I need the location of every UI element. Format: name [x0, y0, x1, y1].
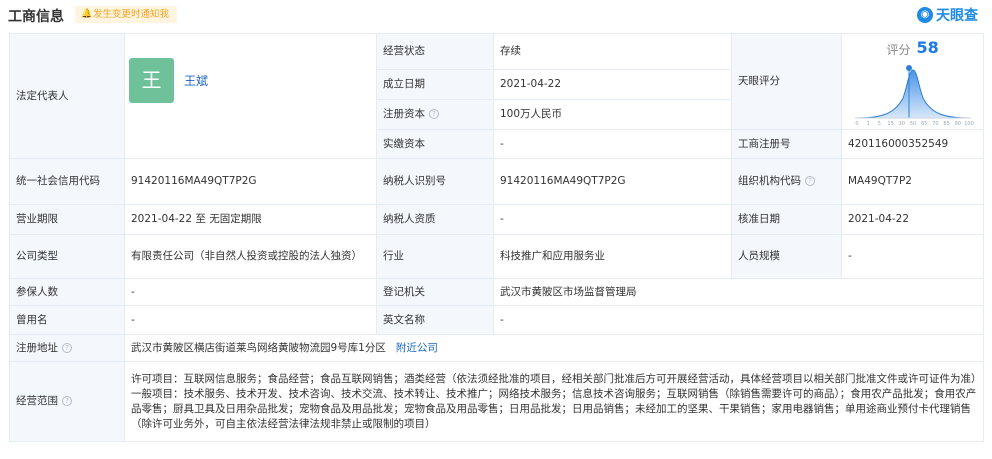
legal-rep-avatar[interactable]: 王 [129, 57, 174, 103]
reg-capital-label-cell: 注册资本? [376, 99, 494, 130]
founded-label: 成立日期 [376, 69, 494, 100]
brand-logo[interactable]: ◉ 天眼查 [917, 5, 978, 25]
address-label: 注册地址 [16, 341, 58, 354]
address-value: 武汉市黄陂区横店街道莱鸟网络黄陂物流园9号库1分区 [131, 341, 386, 354]
brand-eye-icon: ◉ [917, 7, 933, 23]
org-code-label-cell: 组织机构代码? [731, 158, 842, 205]
reg-capital-value: 100万人民币 [493, 99, 732, 130]
reg-no-label: 工商注册号 [731, 129, 842, 159]
staff-label: 人员规模 [731, 234, 842, 279]
address-cell: 武汉市黄陂区横店街道莱鸟网络黄陂物流园9号库1分区 附近公司 [124, 334, 984, 362]
score-marker-dot [905, 65, 912, 71]
taxpayer-id-label: 纳税人识别号 [376, 158, 494, 205]
legal-rep-name-link[interactable]: 王斌 [184, 74, 208, 89]
credit-code-label: 统一社会信用代码 [9, 158, 125, 205]
help-icon[interactable]: ? [429, 109, 439, 119]
section-title: 工商信息 [8, 9, 64, 25]
term-label: 营业期限 [9, 204, 125, 235]
status-label: 经营状态 [376, 33, 494, 70]
reg-capital-label: 注册资本 [383, 108, 425, 120]
staff-value: - [841, 234, 984, 279]
score-bell-curve [856, 69, 969, 119]
score-axis-tick: 5 [877, 121, 880, 127]
term-value: 2021-04-22 至 无固定期限 [124, 204, 377, 235]
score-axis-tick: 0 [855, 121, 858, 127]
taxpayer-qual-label: 纳税人资质 [376, 204, 494, 235]
company-type-label: 公司类型 [9, 234, 125, 279]
founded-value: 2021-04-22 [493, 69, 732, 100]
brand-name: 天眼查 [936, 8, 978, 24]
business-info-table: 法定代表人 王 王斌 经营状态 存续 天眼评分 评分 58 0 1 5 15 3… [9, 33, 984, 442]
legal-rep-cell: 王 王斌 [124, 33, 377, 159]
notify-change-button[interactable]: 🔔 发生变更时通知我 [75, 6, 177, 23]
score-axis-tick: 85 [943, 121, 949, 127]
scope-label-cell: 经营范围? [9, 361, 125, 442]
notify-label: 发生变更时通知我 [93, 9, 170, 20]
approved-label: 核准日期 [731, 204, 842, 235]
credit-code-value: 91420116MA49QT7P2G [124, 158, 377, 205]
paid-capital-value: - [493, 129, 732, 159]
industry-label: 行业 [376, 234, 494, 279]
header: 工商信息 🔔 发生变更时通知我 ◉ 天眼查 [0, 0, 992, 30]
authority-label: 登记机关 [376, 278, 494, 306]
org-code-label: 组织机构代码 [738, 175, 801, 187]
reg-no-value: 420116000352549 [841, 129, 984, 159]
approved-value: 2021-04-22 [841, 204, 984, 235]
score-label: 天眼评分 [731, 33, 842, 130]
help-icon[interactable]: ? [62, 342, 72, 353]
scope-label: 经营范围 [16, 395, 58, 407]
industry-value: 科技推广和应用服务业 [493, 234, 732, 279]
address-label-cell: 注册地址? [9, 334, 125, 362]
legal-rep-label: 法定代表人 [9, 33, 125, 159]
status-value: 存续 [493, 33, 732, 70]
score-distribution-chart: 0 1 5 15 30 50 65 70 85 90 100 [854, 65, 974, 127]
score-axis-tick: 100 [964, 121, 974, 127]
former-name-label: 曾用名 [9, 305, 125, 335]
insured-label: 参保人数 [9, 278, 125, 306]
score-axis-tick: 50 [909, 121, 915, 127]
former-name-value: - [124, 305, 377, 335]
score-axis-tick: 65 [921, 121, 927, 127]
score-axis-tick: 15 [887, 121, 893, 127]
taxpayer-qual-value: - [493, 204, 732, 235]
company-type-value: 有限责任公司（非自然人投资或控股的法人独资） [124, 234, 377, 279]
score-axis-tick: 70 [932, 121, 938, 127]
help-icon[interactable]: ? [62, 396, 72, 406]
english-name-value: - [493, 305, 984, 335]
score-axis-tick: 30 [898, 121, 904, 127]
bell-icon: 🔔 [81, 9, 93, 19]
authority-value: 武汉市黄陂区市场监督管理局 [493, 278, 984, 306]
score-value: 58 [916, 38, 939, 57]
insured-value: - [124, 278, 377, 306]
taxpayer-id-value: 91420116MA49QT7P2G [493, 158, 732, 205]
scope-value: 许可项目：互联网信息服务；食品经营；食品互联网销售；酒类经营（依法须经批准的项目… [124, 361, 984, 442]
english-name-label: 英文名称 [376, 305, 494, 335]
score-axis-tick: 1 [866, 121, 869, 127]
org-code-value: MA49QT7P2 [841, 158, 984, 205]
nearby-companies-link[interactable]: 附近公司 [396, 342, 438, 354]
paid-capital-label: 实缴资本 [376, 129, 494, 159]
score-axis-tick: 90 [954, 121, 960, 127]
score-cell[interactable]: 评分 58 0 1 5 15 30 50 65 70 85 90 100 [841, 33, 984, 130]
help-icon[interactable]: ? [805, 176, 815, 186]
